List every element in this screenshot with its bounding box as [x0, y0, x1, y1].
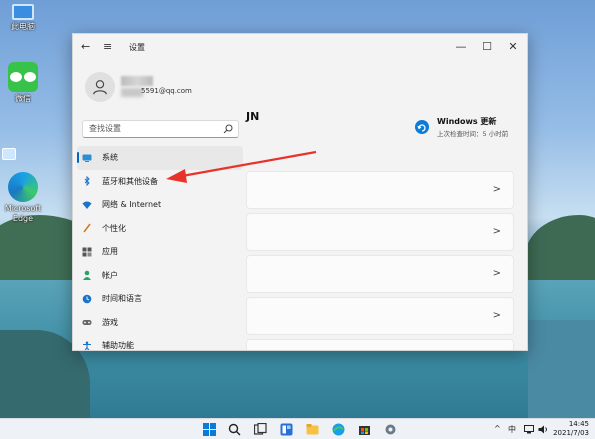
sidebar-item-accessibility[interactable]: 辅助功能 — [77, 334, 243, 351]
person-icon — [82, 270, 92, 281]
wallpaper-shore-right — [528, 320, 595, 418]
chevron-right-icon: > — [492, 310, 501, 321]
settings-card[interactable]: > — [246, 213, 514, 251]
person-icon — [93, 80, 107, 95]
titlebar: ← ≡ 设置 — ☐ ✕ — [73, 34, 527, 62]
update-icon — [415, 120, 429, 134]
update-subtitle: 上次检查时间：5 小时前 — [437, 130, 509, 138]
sidebar-item-apps[interactable]: 应用 — [77, 240, 243, 264]
store-icon[interactable] — [358, 423, 371, 436]
monitor-icon — [82, 153, 92, 163]
close-button[interactable]: ✕ — [503, 40, 523, 53]
sidebar-item-accounts[interactable]: 帐户 — [77, 264, 243, 288]
clock-date: 2021/7/03 — [553, 429, 589, 437]
search-icon — [223, 124, 233, 134]
task-view-icon[interactable] — [254, 423, 267, 436]
ime-indicator[interactable]: 中 — [508, 424, 516, 435]
this-pc-icon — [12, 4, 34, 20]
start-icon[interactable] — [203, 423, 216, 436]
sidebar-item-network[interactable]: 网络 & Internet — [77, 193, 243, 217]
clock-time: 14:45 — [568, 420, 589, 428]
wifi-icon — [82, 200, 92, 210]
minimize-button[interactable]: — — [451, 40, 471, 53]
window-title: 设置 — [129, 43, 145, 52]
search-input[interactable] — [89, 124, 219, 133]
sidebar-item-label: 个性化 — [102, 223, 126, 233]
desktop-icon-edge[interactable]: Microsoft Edge — [0, 172, 46, 224]
sidebar-item-label: 游戏 — [102, 317, 118, 327]
accessibility-icon — [82, 341, 92, 350]
sidebar-item-bluetooth[interactable]: 蓝牙和其他设备 — [77, 170, 243, 194]
chevron-right-icon: > — [492, 226, 501, 237]
sidebar-item-label: 应用 — [102, 247, 118, 257]
edge-icon[interactable] — [332, 423, 345, 436]
desktop-icon-this-pc[interactable]: 此电脑 — [0, 4, 46, 32]
settings-card[interactable]: > — [246, 297, 514, 335]
sidebar-item-label: 网络 & Internet — [102, 200, 162, 210]
update-title: Windows 更新 — [437, 117, 497, 126]
maximize-button[interactable]: ☐ — [477, 40, 497, 53]
profile-email-redacted — [121, 88, 143, 97]
taskbar: ^ 中 14:45 2021/7/03 — [0, 418, 595, 439]
settings-card[interactable]: > — [246, 255, 514, 293]
tray-overflow-chevron[interactable]: ^ — [494, 424, 501, 433]
sidebar-item-system[interactable]: 系统 — [77, 146, 243, 170]
menu-button[interactable]: ≡ — [103, 40, 112, 54]
back-button[interactable]: ← — [81, 40, 90, 54]
search-icon[interactable] — [228, 423, 241, 436]
desktop-shortcut-icon[interactable] — [2, 148, 16, 160]
profile-name-redacted — [121, 76, 153, 86]
apps-icon — [82, 247, 92, 257]
system-clock[interactable]: 14:45 2021/7/03 — [553, 420, 589, 438]
sidebar-item-time-language[interactable]: 时间和语言 — [77, 287, 243, 311]
wechat-icon — [8, 62, 38, 92]
sidebar-item-label: 时间和语言 — [102, 294, 142, 304]
sidebar-item-personalization[interactable]: 个性化 — [77, 217, 243, 241]
search-box[interactable] — [82, 120, 239, 138]
network-icon[interactable] — [524, 425, 534, 434]
settings-window: ← ≡ 设置 — ☐ ✕ 5591@qq.com 系统 — [72, 33, 528, 351]
sidebar-item-gaming[interactable]: 游戏 — [77, 311, 243, 335]
volume-icon[interactable] — [538, 425, 548, 434]
widgets-icon[interactable] — [280, 423, 293, 436]
sidebar-item-label: 辅助功能 — [102, 341, 134, 351]
desktop-icon-label: 微信 — [15, 94, 31, 103]
profile-email: 5591@qq.com — [141, 87, 192, 95]
desktop-icon-wechat[interactable]: 微信 — [0, 62, 46, 104]
game-icon — [82, 317, 92, 327]
sidebar-item-label: 帐户 — [102, 270, 118, 280]
bluetooth-icon — [82, 176, 92, 187]
chevron-right-icon: > — [492, 184, 501, 195]
page-heading: JN — [246, 110, 260, 123]
desktop-icon-label: Microsoft Edge — [4, 204, 42, 223]
clock-icon — [82, 294, 92, 304]
desktop-icon-label: 此电脑 — [11, 22, 35, 31]
wallpaper-hill-right — [525, 215, 595, 285]
chevron-right-icon: > — [492, 268, 501, 279]
sidebar-item-label: 蓝牙和其他设备 — [102, 176, 158, 186]
file-explorer-icon[interactable] — [306, 423, 319, 436]
settings-card[interactable] — [246, 339, 514, 350]
settings-gear-icon[interactable] — [384, 423, 397, 436]
brush-icon — [82, 223, 92, 233]
settings-card[interactable]: > — [246, 171, 514, 209]
sidebar-nav: 系统 蓝牙和其他设备 网络 & Internet 个性化 应用 帐户 时间和语言… — [77, 146, 243, 351]
edge-icon — [8, 172, 38, 202]
sidebar-item-label: 系统 — [102, 153, 118, 163]
avatar[interactable] — [85, 72, 115, 102]
